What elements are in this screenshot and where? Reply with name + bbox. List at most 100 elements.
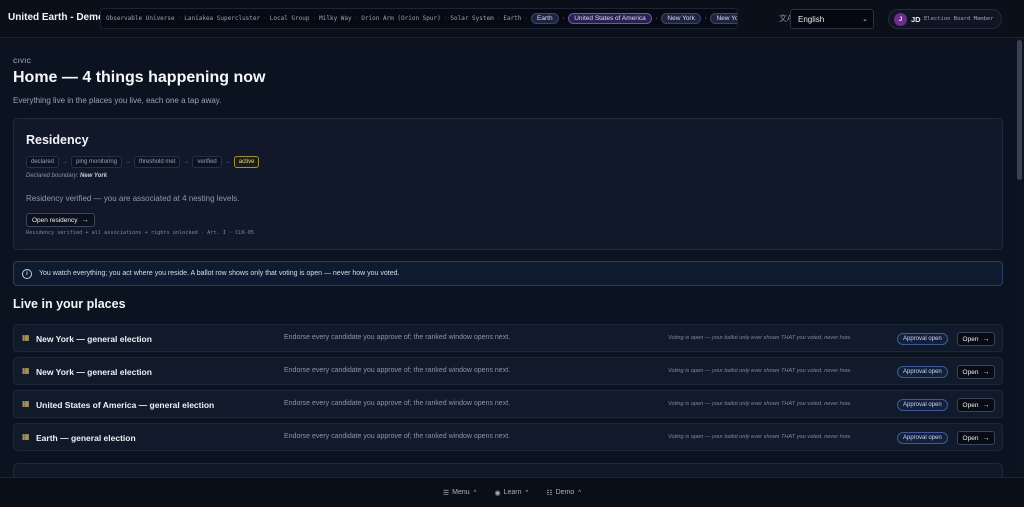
breadcrumb-item-laniakea[interactable]: Laniakea Supercluster <box>184 15 260 22</box>
open-label: Open <box>962 434 979 442</box>
arrow-right-icon: → <box>982 335 990 343</box>
chevron-up-icon: ^ <box>578 489 582 496</box>
breadcrumb-item-milky-way[interactable]: Milky Way <box>319 15 352 22</box>
open-residency-button[interactable]: Open residency → <box>26 213 95 227</box>
breadcrumb-pill-usa[interactable]: United States of America <box>568 13 652 24</box>
places-list: ▦ New York — general election Endorse ev… <box>13 324 1003 456</box>
arrow-right-icon: → <box>982 434 990 442</box>
eye-icon: ◉ <box>494 489 501 497</box>
arrow-right-icon: → <box>982 368 990 376</box>
breadcrumb-separator: · <box>443 15 448 22</box>
nav-demo-button[interactable]: ☷ Demo ^ <box>546 489 581 497</box>
info-banner: i You watch everything; you act where yo… <box>13 261 1003 286</box>
ballot-box-icon: ▦ <box>22 432 30 441</box>
open-button[interactable]: Open → <box>957 332 995 346</box>
nav-menu-label: Menu <box>452 489 470 496</box>
breadcrumb-pill-new-york-city[interactable]: New York <box>710 13 737 24</box>
language-select-value: English <box>798 15 825 24</box>
place-description: Endorse every candidate you approve of; … <box>284 433 511 440</box>
scrollbar[interactable] <box>1016 38 1024 469</box>
user-role: Election Board Member <box>924 16 994 22</box>
place-description: Endorse every candidate you approve of; … <box>284 400 511 407</box>
step-active: active <box>233 156 260 168</box>
step-threshold-met: threshold met <box>134 156 181 168</box>
chevron-up-icon: ^ <box>525 489 529 496</box>
places-heading: Live in your places <box>13 297 126 311</box>
arrow-right-icon: → <box>982 401 990 409</box>
ballot-box-icon: ▦ <box>22 366 30 375</box>
place-name: Earth — general election <box>36 433 136 443</box>
breadcrumb-separator: · <box>312 15 317 22</box>
nav-menu-button[interactable]: ☰ Menu ^ <box>443 489 477 497</box>
step-ping-monitoring: ping monitoring <box>71 156 123 168</box>
breadcrumb-pill-earth[interactable]: Earth <box>531 13 559 24</box>
breadcrumb-item-solar-system[interactable]: Solar System <box>450 15 493 22</box>
residency-title: Residency <box>26 133 89 147</box>
step-arrow: → <box>62 159 69 165</box>
user-menu[interactable]: J JD Election Board Member <box>888 9 1002 29</box>
menu-icon: ☰ <box>442 489 450 497</box>
nav-learn-button[interactable]: ◉ Learn ^ <box>494 489 528 497</box>
list-item[interactable]: ▦ New York — general election Endorse ev… <box>13 357 1003 385</box>
status-badge: Approval open <box>897 399 948 411</box>
breadcrumb-separator: · <box>354 15 359 22</box>
scrollbar-thumb[interactable] <box>1017 40 1022 180</box>
place-name: New York — general election <box>36 367 152 377</box>
place-description: Endorse every candidate you approve of; … <box>284 367 511 374</box>
open-button[interactable]: Open → <box>957 398 995 412</box>
breadcrumb-item-local-group[interactable]: Local Group <box>270 15 310 22</box>
place-description: Endorse every candidate you approve of; … <box>284 334 511 341</box>
info-banner-text: You watch everything; you act where you … <box>39 270 400 277</box>
top-bar: United Earth - Demo Observable Universe … <box>0 0 1024 38</box>
grid-icon: ☷ <box>546 489 553 497</box>
open-button[interactable]: Open → <box>957 365 995 379</box>
place-name: United States of America — general elect… <box>36 400 215 410</box>
breadcrumb-separator: · <box>263 15 267 22</box>
breadcrumb-item-earth[interactable]: Earth <box>503 15 521 22</box>
place-privacy-note: Voting is open — your ballot only ever s… <box>668 401 852 407</box>
step-arrow: → <box>125 159 132 165</box>
breadcrumb-separator: › <box>703 15 708 22</box>
breadcrumb-separator: · <box>496 15 501 22</box>
info-icon: i <box>22 268 32 279</box>
breadcrumb-separator: · <box>524 15 529 22</box>
list-item[interactable]: ▦ Earth — general election Endorse every… <box>13 423 1003 451</box>
status-badge: Approval open <box>897 366 948 378</box>
app-title[interactable]: United Earth - Demo <box>8 12 104 23</box>
step-declared: declared <box>26 156 60 168</box>
breadcrumb-separator: › <box>654 15 659 22</box>
status-badge: Approval open <box>897 333 948 345</box>
breadcrumb-separator: › <box>561 15 566 22</box>
breadcrumb-separator: · <box>177 15 182 22</box>
page-subtitle: Everything live in the places you live, … <box>13 96 222 105</box>
open-button[interactable]: Open → <box>957 431 995 445</box>
boundary-value: New York <box>80 173 108 179</box>
declared-boundary: Declared boundary: New York <box>26 173 107 179</box>
avatar: J <box>894 13 907 26</box>
section-kicker: CIVIC <box>13 59 32 65</box>
list-item[interactable]: ▦ United States of America — general ele… <box>13 390 1003 418</box>
residency-card: Residency declared → ping monitoring → t… <box>13 118 1003 250</box>
boundary-label: Declared boundary: <box>26 173 79 179</box>
open-label: Open <box>962 368 979 376</box>
place-privacy-note: Voting is open — your ballot only ever s… <box>668 368 852 374</box>
nav-demo-label: Demo <box>555 489 575 496</box>
language-select[interactable]: English ⌄ <box>790 9 874 29</box>
breadcrumb-item-orion-arm[interactable]: Orion Arm (Orion Spur) <box>361 15 440 22</box>
page-title: Home — 4 things happening now <box>13 69 266 86</box>
residency-footnote: Residency verified + all associations + … <box>26 230 254 236</box>
place-privacy-note: Voting is open — your ballot only ever s… <box>668 434 852 440</box>
breadcrumb-pill-new-york-state[interactable]: New York <box>661 13 701 24</box>
residency-steps: declared → ping monitoring → threshold m… <box>26 156 260 168</box>
breadcrumb: Observable Universe · Laniakea Superclus… <box>100 8 738 29</box>
list-item[interactable]: ▦ New York — general election Endorse ev… <box>13 324 1003 352</box>
residency-status: Residency verified — you are associated … <box>26 194 240 203</box>
ballot-box-icon: ▦ <box>22 333 30 342</box>
step-arrow: → <box>183 159 190 165</box>
breadcrumb-item-observable-universe[interactable]: Observable Universe <box>106 15 175 22</box>
chevron-up-icon: ^ <box>473 489 477 496</box>
chevron-down-icon: ⌄ <box>862 16 868 23</box>
open-label: Open <box>962 335 979 343</box>
nav-learn-label: Learn <box>503 489 522 496</box>
arrow-right-icon: → <box>81 216 89 224</box>
